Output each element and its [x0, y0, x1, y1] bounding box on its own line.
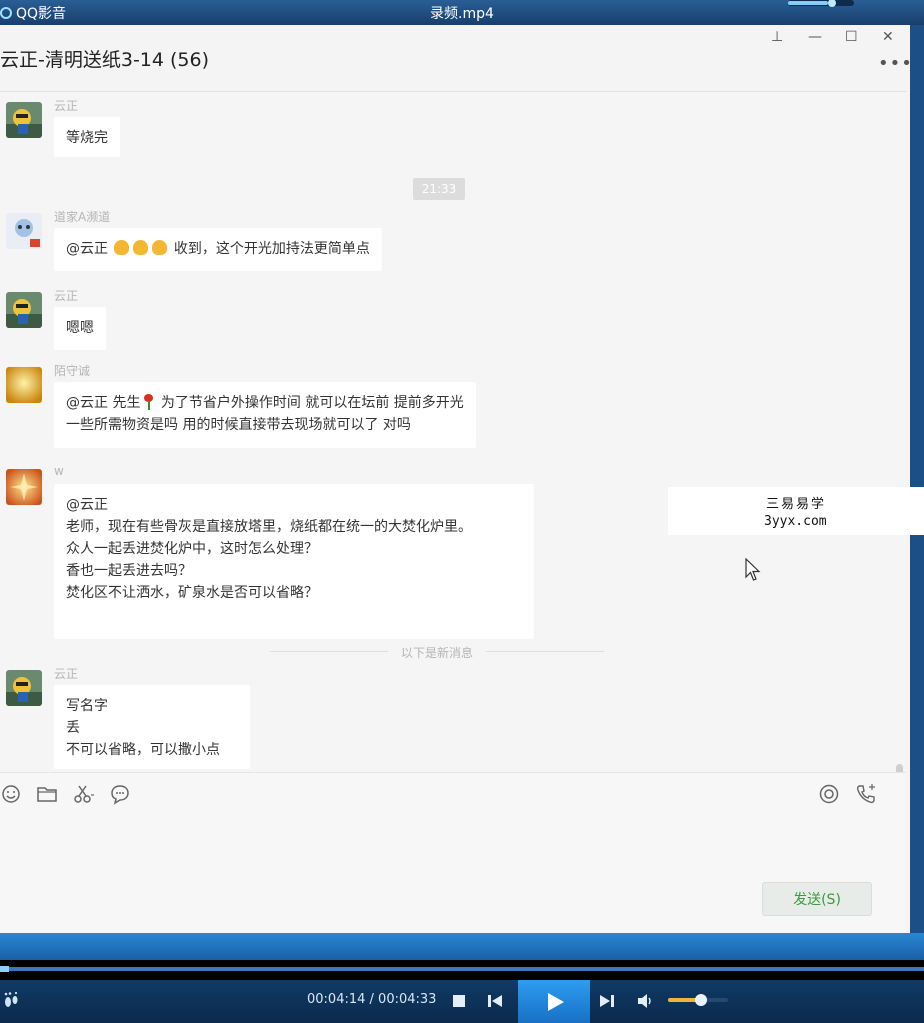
- volume-icon[interactable]: [636, 992, 654, 1010]
- new-messages-divider: 以下是新消息: [270, 644, 604, 660]
- avatar[interactable]: [6, 670, 42, 706]
- close-button[interactable]: ✕: [882, 29, 894, 45]
- message-text: 收到，这个开光加持法更简单点: [173, 241, 370, 257]
- avatar[interactable]: [6, 367, 42, 403]
- chat-window: 云正-清明送纸3-14 (56) ⊥ — ☐ ✕ ••• 云正 等烧完 21:3…: [0, 25, 913, 933]
- clap-emoji-icon: [152, 240, 168, 255]
- avatar[interactable]: [6, 292, 42, 328]
- playback-progress-bar[interactable]: [0, 960, 924, 980]
- top-volume-fill: [788, 1, 828, 5]
- message-line: 不可以省略，可以撒小点: [66, 742, 220, 758]
- time-separator: /: [365, 992, 379, 1007]
- total-time: 00:04:33: [378, 992, 437, 1007]
- clap-emoji-icon: [133, 240, 149, 255]
- message-bubble[interactable]: 等烧完: [54, 117, 120, 157]
- message-input[interactable]: 发送(S): [0, 817, 906, 933]
- message-list[interactable]: 云正 等烧完 21:33 道家A濒道 @云正 收到，这个开光加持法更简单点 云正…: [0, 92, 906, 804]
- avatar[interactable]: [6, 469, 42, 505]
- current-time: 00:04:14: [307, 992, 366, 1007]
- message-line: 老师，现在有些骨灰是直接放塔里，烧纸都在统一的大焚化炉里。: [66, 519, 472, 535]
- player-file-name: 录频.mp4: [430, 6, 494, 22]
- message-line: 众人一起丢进焚化炉中，这时怎么处理？: [66, 541, 318, 557]
- mention[interactable]: @云正: [66, 494, 522, 516]
- time-display: 00:04:14 / 00:04:33: [307, 992, 436, 1007]
- message-sender: 云正: [54, 289, 79, 303]
- mention[interactable]: @云正: [66, 241, 108, 257]
- message-line: 丢: [66, 720, 80, 736]
- desktop-background: [0, 933, 924, 960]
- mouse-cursor-icon: [745, 558, 761, 581]
- volume-slider[interactable]: [668, 994, 728, 1006]
- watermark: 三易易学 3yyx.com: [668, 487, 924, 535]
- player-title-bar: QQ影音 录频.mp4: [0, 0, 924, 25]
- volume-knob[interactable]: [695, 994, 707, 1006]
- send-button[interactable]: 发送(S): [762, 882, 872, 916]
- mention[interactable]: @云正 先生: [66, 395, 140, 411]
- phone-icon[interactable]: [855, 783, 877, 805]
- message-bubble[interactable]: @云正 先生 为了节省户外操作时间 就可以在坛前 提前多开光 一些所需物资是吗 …: [54, 382, 476, 448]
- top-volume-knob[interactable]: [827, 0, 836, 7]
- chat-title: 云正-清明送纸3-14 (56): [0, 49, 210, 71]
- play-button[interactable]: [518, 980, 590, 1023]
- message-sender: 道家A濒道: [54, 210, 111, 224]
- message-bubble[interactable]: 写名字 丢 不可以省略，可以撒小点: [54, 685, 250, 769]
- play-icon: [548, 993, 564, 1011]
- stop-icon[interactable]: [450, 992, 468, 1010]
- message-sender: 云正: [54, 99, 79, 113]
- pin-button[interactable]: ⊥: [771, 29, 783, 45]
- minimize-button[interactable]: —: [808, 29, 822, 45]
- message-sender: 云正: [54, 667, 79, 681]
- avatar[interactable]: [6, 213, 42, 249]
- message-sender: w: [54, 464, 64, 478]
- top-volume-slider[interactable]: [788, 0, 854, 7]
- emoji-icon[interactable]: [0, 783, 22, 805]
- message-bubble[interactable]: @云正 收到，这个开光加持法更简单点: [54, 228, 382, 271]
- clap-emoji-icon: [114, 240, 130, 255]
- progress-played: [0, 966, 10, 972]
- more-options-button[interactable]: •••: [878, 53, 913, 74]
- message-line: 香也一起丢进去吗？: [66, 563, 192, 579]
- message-line: 焚化区不让洒水，矿泉水是否可以省略？: [66, 585, 318, 601]
- previous-icon[interactable]: [486, 992, 504, 1010]
- message-line: 写名字: [66, 698, 108, 714]
- message-line: 嗯嗯: [66, 320, 94, 336]
- footprint-icon[interactable]: [2, 991, 20, 1009]
- message-bubble[interactable]: @云正 老师，现在有些骨灰是直接放塔里，烧纸都在统一的大焚化炉里。 众人一起丢进…: [54, 484, 534, 639]
- next-icon[interactable]: [598, 992, 616, 1010]
- message-bubble[interactable]: 嗯嗯: [54, 307, 106, 350]
- avatar[interactable]: [6, 102, 42, 138]
- maximize-button[interactable]: ☐: [845, 29, 858, 45]
- message-sender: 陌守诚: [54, 364, 91, 378]
- folder-icon[interactable]: [36, 783, 58, 805]
- time-divider: 21:33: [413, 178, 465, 200]
- message-line: 一些所需物资是吗 用的时候直接带去现场就可以了 对吗: [66, 417, 411, 433]
- rose-emoji-icon: [143, 394, 154, 410]
- scissors-icon[interactable]: [72, 783, 94, 805]
- player-controls: 00:04:14 / 00:04:33: [0, 980, 924, 1023]
- chat-bubble-icon[interactable]: [109, 783, 131, 805]
- watermark-line2: 3yyx.com: [764, 514, 827, 529]
- progress-track: [8, 967, 924, 971]
- input-toolbar: [0, 772, 906, 817]
- voice-icon[interactable]: [818, 783, 840, 805]
- message-text: 为了节省户外操作时间 就可以在坛前 提前多开光: [156, 395, 464, 411]
- message-line: @云正 先生 为了节省户外操作时间 就可以在坛前 提前多开光: [66, 392, 464, 414]
- new-messages-label: 以下是新消息: [400, 646, 473, 660]
- message-line: 等烧完: [66, 130, 108, 146]
- watermark-line1: 三易易学: [766, 497, 827, 512]
